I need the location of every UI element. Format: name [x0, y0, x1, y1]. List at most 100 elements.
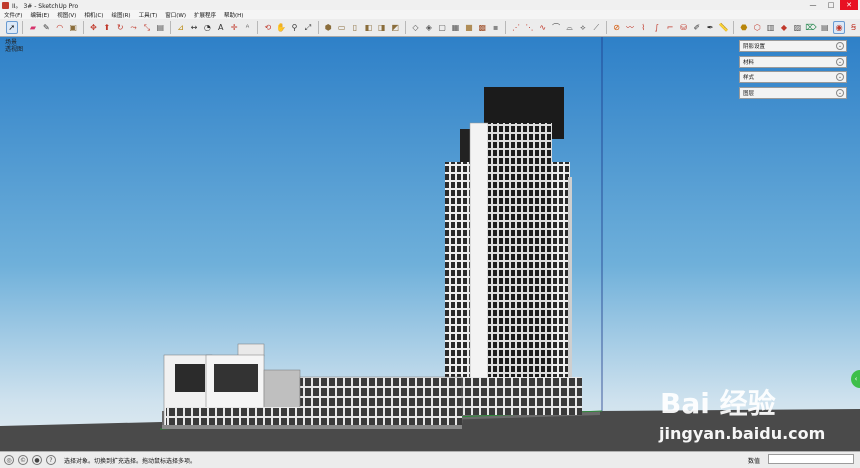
rectangle-tool-icon[interactable]: ▣: [68, 22, 78, 33]
menu-tools[interactable]: 工具(T): [135, 11, 162, 19]
sandbox-from-contours-icon[interactable]: ⋰: [511, 22, 521, 33]
push-pull-tool-icon[interactable]: ⬆: [102, 22, 112, 33]
menu-camera[interactable]: 相机(C): [80, 11, 107, 19]
stamp-tool-icon[interactable]: ⌒: [551, 22, 561, 33]
tray-shadows[interactable]: 阴影设置 ⌄: [739, 40, 847, 52]
monochrome-style-icon[interactable]: ▪: [491, 22, 501, 33]
plugin-grid-icon[interactable]: ▤: [820, 22, 830, 33]
hidden-line-style-icon[interactable]: ▦: [450, 22, 460, 33]
measurements-input[interactable]: [768, 454, 854, 464]
toolbar-separator: [605, 21, 607, 34]
3d-text-tool-icon[interactable]: ᴬ: [242, 22, 252, 33]
drape-tool-icon[interactable]: ⌓: [564, 22, 574, 33]
menu-bar: 文件(F) 编辑(E) 视图(V) 相机(C) 绘图(R) 工具(T) 窗口(W…: [0, 10, 860, 19]
menu-window[interactable]: 窗口(W): [161, 11, 190, 19]
toolbar-separator: [170, 21, 171, 34]
spline-tool-icon[interactable]: ∫: [652, 22, 662, 33]
xray-style-icon[interactable]: ◇: [410, 22, 420, 33]
measurements-label: 数值: [748, 458, 761, 465]
chevron-down-icon[interactable]: ⌄: [836, 88, 844, 97]
zoom-extents-icon[interactable]: ⤢: [303, 22, 313, 33]
chevron-down-icon[interactable]: ⌄: [836, 73, 844, 81]
tray-styles[interactable]: 样式 ⌄: [739, 71, 847, 83]
flip-edge-tool-icon[interactable]: ⟋: [591, 22, 601, 33]
protractor-tool-icon[interactable]: ◔: [202, 22, 212, 33]
dimension-tool-icon[interactable]: ↔: [189, 22, 199, 33]
3d-warehouse-icon[interactable]: ⬡: [752, 22, 762, 33]
section-plane-icon[interactable]: ⊘: [611, 22, 621, 33]
paint-bucket-icon[interactable]: ⛁: [678, 22, 688, 33]
fillet-tool-icon[interactable]: ⌐: [665, 22, 675, 33]
window-controls: — □ ✕: [804, 0, 858, 10]
menu-extensions[interactable]: 扩展程序: [190, 11, 220, 19]
front-view-icon[interactable]: ▯: [350, 22, 360, 33]
plugin-brush-icon[interactable]: ⌦: [805, 22, 816, 33]
menu-view[interactable]: 视图(V): [53, 11, 80, 19]
tape-measure-tool-icon[interactable]: ⊿: [175, 22, 185, 33]
back-view-icon[interactable]: ◨: [377, 22, 387, 33]
iso-view-icon[interactable]: ⬢: [323, 22, 333, 33]
help-icon[interactable]: ?: [46, 455, 56, 465]
zoom-tool-icon[interactable]: ⚲: [289, 22, 299, 33]
extension-warehouse-icon[interactable]: ▥: [765, 22, 775, 33]
pencil-tool-icon[interactable]: ✎: [41, 22, 51, 33]
toolbar-separator: [733, 21, 735, 34]
ruler-tool-icon[interactable]: 📏: [718, 22, 729, 33]
top-view-icon[interactable]: ▭: [336, 22, 346, 33]
toolbar-separator: [505, 21, 507, 34]
orbit-tool-icon[interactable]: ⟲: [263, 22, 273, 33]
ruby-console-icon[interactable]: ◉: [832, 21, 846, 34]
arc-tool-icon[interactable]: ◠: [55, 22, 65, 33]
user-icon[interactable]: ●: [32, 455, 42, 465]
close-button[interactable]: ✕: [840, 0, 858, 10]
axes-tool-icon[interactable]: ✛: [229, 22, 239, 33]
chevron-left-icon: ‹: [854, 375, 858, 383]
menu-draw[interactable]: 绘图(R): [107, 11, 134, 19]
pen-tool-icon[interactable]: ✒: [705, 22, 715, 33]
status-message: 选择对象。切换到扩充选择。拖动鼠标选择多项。: [64, 457, 197, 465]
wireframe-style-icon[interactable]: ▢: [437, 22, 447, 33]
sandbox-from-scratch-icon[interactable]: ⋱: [524, 22, 534, 33]
layout-send-icon[interactable]: ◆: [779, 22, 789, 33]
plugin-su-icon[interactable]: Ꞩ: [848, 22, 858, 33]
tray-label: 图层: [743, 90, 755, 97]
back-edges-style-icon[interactable]: ◈: [424, 22, 434, 33]
right-view-icon[interactable]: ◧: [363, 22, 373, 33]
smoove-tool-icon[interactable]: ∿: [538, 22, 548, 33]
chevron-down-icon[interactable]: ⌄: [836, 57, 844, 66]
textured-style-icon[interactable]: ▩: [477, 22, 487, 33]
high-rise-tower: [445, 87, 582, 415]
status-bar: ◎ © ● ? 选择对象。切换到扩充选择。拖动鼠标选择多项。 数值: [0, 451, 860, 468]
select-tool-icon[interactable]: ➚: [5, 21, 18, 34]
add-detail-tool-icon[interactable]: ⟡: [578, 22, 588, 33]
plugin-tool-icon[interactable]: ▨: [792, 22, 802, 33]
curve-tool-icon[interactable]: 〰: [625, 22, 635, 33]
rotate-tool-icon[interactable]: ↻: [115, 22, 125, 33]
text-tool-icon[interactable]: A: [216, 22, 226, 33]
window-title: II。 3# - SketchUp Pro: [12, 2, 79, 10]
pan-tool-icon[interactable]: ✋: [276, 22, 286, 33]
menu-file[interactable]: 文件(F): [0, 11, 26, 19]
move-tool-icon[interactable]: ✥: [88, 22, 98, 33]
chevron-down-icon[interactable]: ⌄: [836, 42, 844, 50]
toolbar-separator: [82, 21, 84, 34]
menu-help[interactable]: 帮助(H): [220, 11, 247, 19]
eraser-tool-icon[interactable]: ▰: [28, 22, 38, 33]
scale-tool-icon[interactable]: ⤡: [142, 22, 152, 33]
brush-tool-icon[interactable]: ✐: [692, 22, 702, 33]
offset-tool-icon[interactable]: ▤: [155, 22, 165, 33]
minimize-button[interactable]: —: [804, 0, 822, 10]
menu-edit[interactable]: 编辑(E): [26, 11, 53, 19]
shaded-style-icon[interactable]: ■: [464, 22, 474, 33]
components-icon[interactable]: ⬣: [739, 22, 749, 33]
follow-me-tool-icon[interactable]: ⤳: [128, 22, 138, 33]
bezier-tool-icon[interactable]: ⌇: [638, 22, 648, 33]
tray-materials[interactable]: 材料 ⌄: [739, 55, 847, 68]
scene-tab[interactable]: 场景: [5, 39, 23, 46]
left-view-icon[interactable]: ◩: [390, 22, 400, 33]
tray-layers[interactable]: 图层 ⌄: [739, 86, 847, 99]
geo-location-icon[interactable]: ◎: [4, 455, 14, 465]
credits-icon[interactable]: ©: [18, 455, 28, 465]
camera-mode-label: 透视图: [5, 46, 24, 53]
maximize-button[interactable]: □: [822, 0, 840, 10]
